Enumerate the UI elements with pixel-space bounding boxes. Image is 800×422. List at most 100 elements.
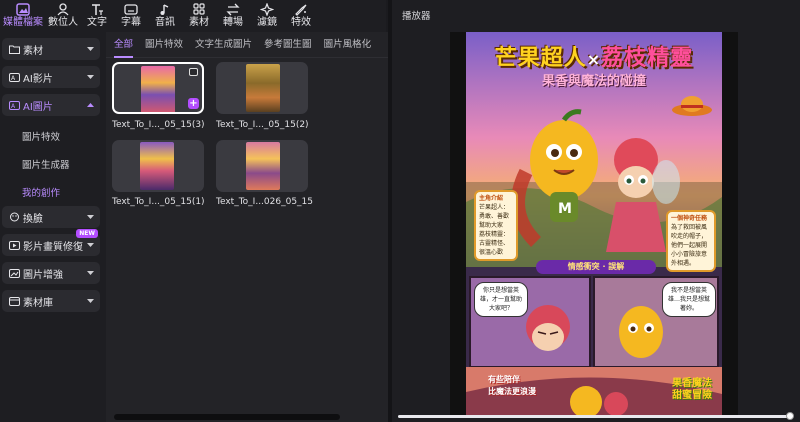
- chevron-up-icon: [87, 100, 94, 111]
- poster-intro-heading: 主角介紹: [479, 195, 504, 202]
- chevron-down-icon: [87, 296, 94, 307]
- chevron-down-icon: [87, 44, 94, 55]
- poster-intro-mango: 芒果超人：勇敢、善歡幫助大家: [479, 204, 510, 229]
- poster-title-x: ×: [586, 50, 602, 69]
- add-to-timeline-button[interactable]: +: [188, 98, 199, 109]
- sidebar-sub-image-generator[interactable]: 圖片生成器: [0, 150, 106, 178]
- effects-icon: [293, 2, 309, 16]
- sidebar-item-label: AI影片: [23, 73, 53, 85]
- poster-footer-line2: 比魔法更浪漫: [488, 387, 536, 396]
- poster-title: 芒果超人×荔枝精靈: [466, 40, 722, 72]
- toolbar-label: 字幕: [121, 17, 141, 28]
- sidebar-item-label: AI圖片: [23, 101, 53, 113]
- top-toolbar: 媒體檔案 數位人 文字 字幕 音訊 素材 轉場 濾鏡 特效: [0, 0, 386, 32]
- toolbar-audio[interactable]: 音訊: [148, 0, 182, 32]
- toolbar-label: 濾鏡: [257, 17, 277, 28]
- sidebar-item-assets[interactable]: 素材: [2, 38, 100, 60]
- transition-icon: [225, 2, 241, 16]
- image-enhance-icon: [8, 267, 20, 279]
- sidebar-item-label: 換臉: [23, 213, 43, 225]
- toolbar-transition[interactable]: 轉場: [216, 0, 250, 32]
- poster-image: M 芒果超人×荔枝精靈 果香與魔法的碰撞 主角介紹 芒果超人：勇敢、善歡幫助大家…: [466, 32, 722, 415]
- chevron-down-icon: [87, 268, 94, 279]
- toolbar-media-files[interactable]: 媒體檔案: [0, 0, 46, 32]
- toolbar-label: 數位人: [48, 17, 78, 28]
- player-panel: 播放器 M 芒果超人×荔枝精靈 果香與魔法的碰撞 主角介紹 芒果超人：勇敢、善歡…: [392, 0, 800, 422]
- sidebar-item-image-enhance[interactable]: 圖片增強: [2, 262, 100, 284]
- tab-image-effects[interactable]: 圖片特效: [145, 32, 183, 58]
- subtitle-icon: [123, 2, 139, 16]
- face-swap-icon: [8, 211, 20, 223]
- toolbar-digital-human[interactable]: 數位人: [46, 0, 80, 32]
- tab-image-to-image[interactable]: 參考圖生圖: [264, 32, 312, 58]
- chevron-down-icon: [87, 212, 94, 223]
- folder-icon: [8, 43, 20, 55]
- media-card[interactable]: +: [112, 62, 204, 114]
- video-repair-icon: [8, 239, 20, 251]
- media-caption: Text_To_I..._05_15(1): [112, 197, 205, 207]
- toolbar-assets[interactable]: 素材: [182, 0, 216, 32]
- svg-text:A: A: [11, 103, 16, 110]
- poster-title-right: 荔枝精靈: [601, 46, 694, 71]
- sidebar-item-label: 素材: [23, 45, 43, 57]
- sidebar-sub-my-creations[interactable]: 我的創作: [0, 178, 106, 206]
- digital-human-icon: [55, 2, 71, 16]
- media-thumbnail: [140, 142, 174, 190]
- toolbar-subtitle[interactable]: 字幕: [114, 0, 148, 32]
- ai-image-icon: A: [8, 99, 20, 111]
- sidebar-item-library[interactable]: 素材庫: [2, 290, 100, 312]
- toolbar-label: 音訊: [155, 17, 175, 28]
- poster-footer: 有些陪伴 比魔法更浪漫: [488, 374, 536, 398]
- media-card[interactable]: [216, 62, 308, 114]
- filter-icon: [259, 2, 275, 16]
- poster-subtitle: 果香與魔法的碰撞: [541, 74, 646, 89]
- toolbar-label: 轉場: [223, 17, 243, 28]
- tab-image-stylize[interactable]: 圖片風格化: [324, 32, 372, 58]
- toolbar-label: 媒體檔案: [3, 17, 43, 28]
- sidebar-item-face-swap[interactable]: 換臉: [2, 206, 100, 228]
- tab-text-to-image[interactable]: 文字生成圖片: [195, 32, 252, 58]
- media-thumbnail: [246, 64, 280, 112]
- poster-intro-box: 主角介紹 芒果超人：勇敢、善歡幫助大家 荔枝精靈：古靈精怪、很溫心歡: [474, 190, 518, 261]
- sidebar-item-ai-video[interactable]: A AI影片: [2, 66, 100, 88]
- player-title: 播放器: [402, 11, 431, 22]
- toolbar-filter[interactable]: 濾鏡: [250, 0, 284, 32]
- sidebar-sub-image-effects[interactable]: 圖片特效: [0, 122, 106, 150]
- playhead-handle[interactable]: [786, 412, 794, 420]
- playback-progress-bar[interactable]: [398, 412, 794, 420]
- poster-title-left: 芒果超人: [494, 46, 587, 71]
- poster-footer-line1: 有些陪伴: [488, 375, 520, 384]
- new-badge: NEW: [76, 229, 98, 238]
- sidebar-item-video-repair[interactable]: 影片畫質修復 NEW: [2, 229, 100, 256]
- ai-video-icon: A: [8, 71, 20, 83]
- sidebar-item-label: 素材庫: [23, 297, 53, 309]
- image-type-icon: [189, 68, 198, 76]
- category-tabs: 全部 圖片特效 文字生成圖片 參考圖生圖 圖片風格化: [106, 32, 388, 58]
- media-thumbnail: [246, 142, 280, 190]
- app-window: 媒體檔案 數位人 文字 字幕 音訊 素材 轉場 濾鏡 特效 素材 A AI影片 …: [0, 0, 800, 422]
- poster-intro-lychee: 荔枝精靈：古靈精怪、很溫心歡: [479, 231, 510, 256]
- svg-text:A: A: [11, 75, 16, 82]
- chevron-down-icon: [87, 72, 94, 83]
- media-caption: Text_To_I..._05_15(2): [216, 120, 309, 130]
- poster-mission-heading: 一個神奇任務: [671, 215, 708, 222]
- left-sidebar: 素材 A AI影片 A AI圖片 圖片特效 圖片生成器 我的創作 換臉 影片畫質…: [0, 32, 106, 422]
- poster-bubble-left: 你只是想當英雄，才一直幫助大家吧？: [474, 282, 528, 317]
- toolbar-effects[interactable]: 特效: [284, 0, 318, 32]
- tab-all[interactable]: 全部: [114, 32, 134, 58]
- media-card[interactable]: [112, 140, 204, 192]
- sidebar-item-label: 影片畫質修復: [23, 241, 83, 253]
- preview-stage: M 芒果超人×荔枝精靈 果香與魔法的碰撞 主角介紹 芒果超人：勇敢、善歡幫助大家…: [450, 32, 738, 415]
- text-icon: [89, 2, 105, 16]
- toolbar-label: 素材: [189, 17, 209, 28]
- audio-icon: [157, 2, 173, 16]
- horizontal-scrollbar[interactable]: [114, 414, 340, 420]
- toolbar-label: 特效: [291, 17, 311, 28]
- svg-text:M: M: [558, 201, 572, 217]
- poster-bubble-right: 我不是想當英雄…我只是想幫著妳。: [662, 282, 716, 317]
- toolbar-text[interactable]: 文字: [80, 0, 114, 32]
- toolbar-label: 文字: [87, 17, 107, 28]
- media-browser: 全部 圖片特效 文字生成圖片 參考圖生圖 圖片風格化 + Text_To_I..…: [106, 32, 388, 422]
- media-card[interactable]: [216, 140, 308, 192]
- sidebar-item-ai-image[interactable]: A AI圖片: [2, 94, 100, 116]
